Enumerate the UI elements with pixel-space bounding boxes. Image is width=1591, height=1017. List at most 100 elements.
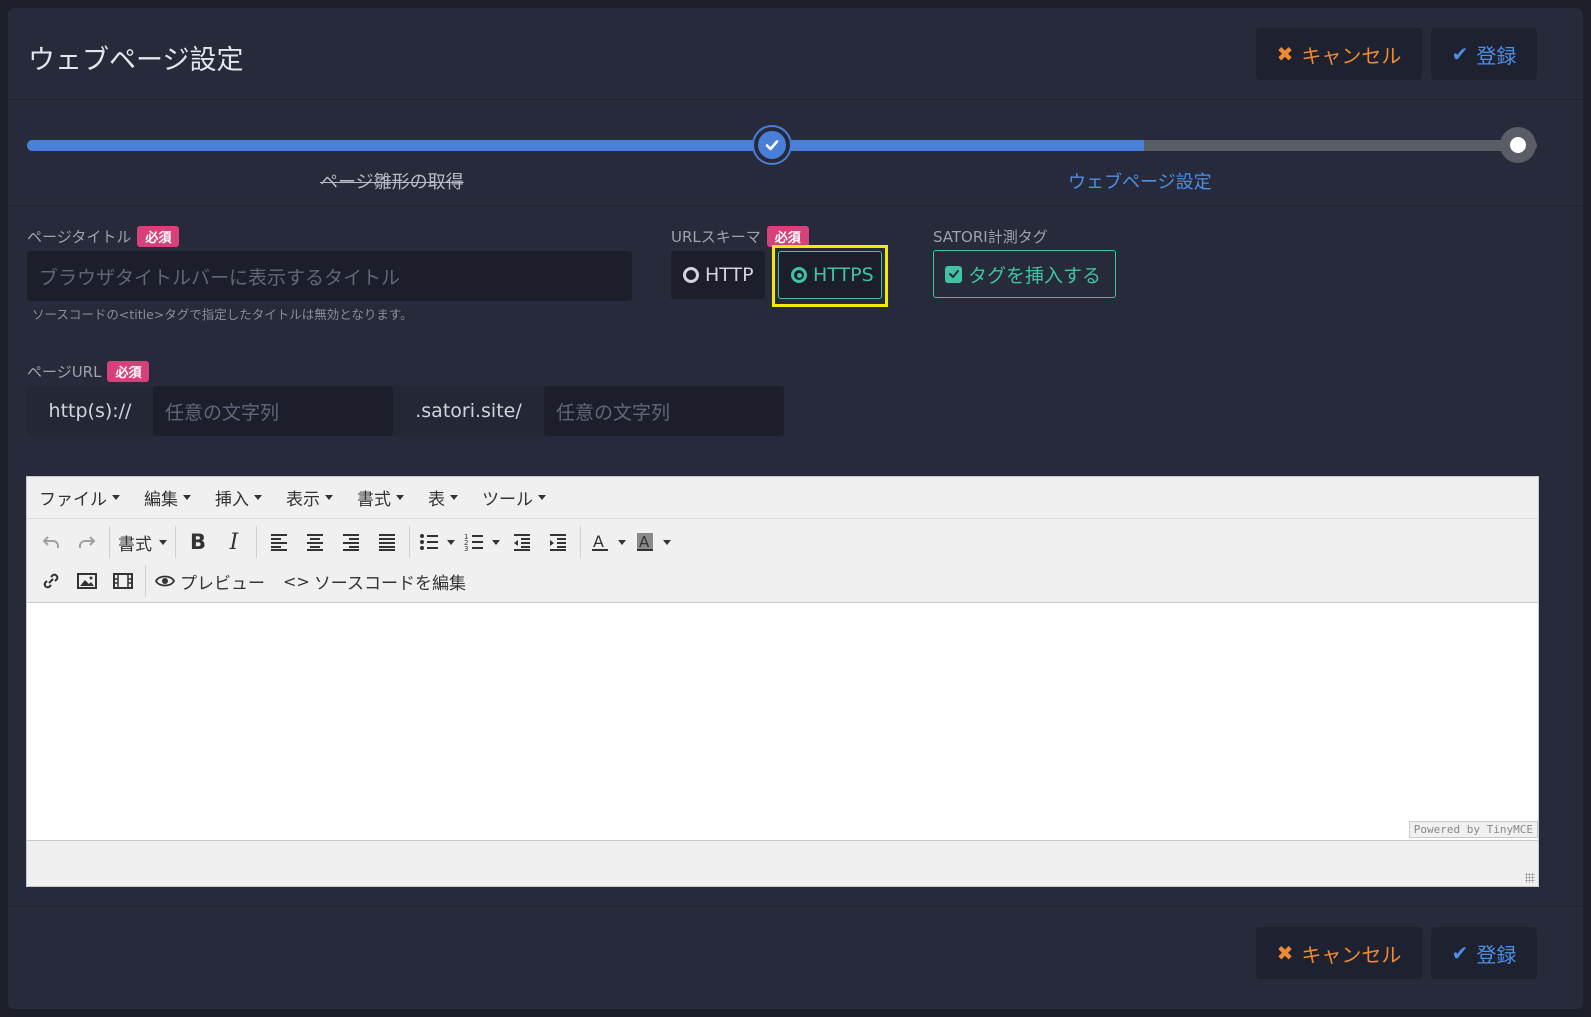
align-center-icon [307,534,323,551]
undo-icon [42,536,59,548]
source-code-button[interactable]: <> ソースコードを編集 [279,564,470,598]
register-button[interactable]: ✔ 登録 [1431,28,1537,80]
toolbar-separator [580,526,581,558]
preview-label: プレビュー [180,573,265,594]
toolbar-separator [256,526,257,558]
svg-text:A: A [639,533,650,551]
cancel-button[interactable]: ✖ キャンセル [1256,28,1422,80]
caret-down-icon [325,495,333,500]
toolbar-row-1: 書式 B I 1 2 3 A A [33,523,675,561]
source-code-label: ソースコードを編集 [313,573,466,594]
check-icon: ✔ [1451,941,1469,965]
radio-empty-icon [683,267,699,283]
link-button[interactable] [33,564,69,598]
text-color-button[interactable]: A [585,525,630,559]
bold-button[interactable]: B [180,525,216,559]
numbered-list-button[interactable]: 123 [459,525,504,559]
radio-https-label: HTTPS [813,264,874,286]
cancel-button-label: キャンセル [1301,43,1402,68]
satori-tag-label-text: SATORI計測タグ [933,228,1048,246]
url-domain-addon: .satori.site/ [393,386,544,436]
caret-down-icon [183,495,191,500]
radio-http-label: HTTP [705,264,754,286]
redo-button[interactable] [69,525,105,559]
caret-down-icon [254,495,262,500]
required-badge: 必須 [766,226,809,247]
caret-down-icon [618,539,626,545]
check-icon: ✔ [1451,42,1469,66]
film-icon [113,573,133,589]
code-icon: <> [283,571,310,591]
format-dropdown[interactable]: 書式 [114,525,171,559]
web-page-settings-modal: ウェブページ設定 ✖ キャンセル ✔ 登録 ページ雛形の取得 ウェブページ設定 … [8,8,1583,1009]
satori-tag-checkbox[interactable]: タグを挿入する [933,250,1116,298]
toolbar-separator [145,565,146,597]
align-left-button[interactable] [261,525,297,559]
bullet-list-button[interactable] [414,525,459,559]
indent-icon [550,534,566,551]
resize-handle-icon[interactable] [1525,873,1535,883]
media-button[interactable] [105,564,141,598]
radio-https[interactable]: HTTPS [778,251,882,299]
required-badge: 必須 [137,226,180,247]
radio-http[interactable]: HTTP [671,251,765,299]
align-center-button[interactable] [297,525,333,559]
subdomain-input[interactable]: 任意の文字列 [153,386,393,436]
align-left-icon [271,534,287,551]
italic-icon: I [229,529,239,555]
numbered-list-icon: 123 [464,533,483,553]
outdent-button[interactable] [504,525,540,559]
undo-button[interactable] [33,525,69,559]
svg-text:3: 3 [464,545,468,553]
register-button-footer[interactable]: ✔ 登録 [1431,927,1537,979]
path-placeholder: 任意の文字列 [556,401,671,424]
check-icon [765,140,779,151]
background-color-button[interactable]: A [630,525,675,559]
path-input[interactable]: 任意の文字列 [544,386,784,436]
register-button-label: 登録 [1476,43,1517,68]
image-icon [77,573,97,589]
page-title-help: ソースコードの<title>タグで指定したタイトルは無効となります。 [32,307,413,322]
indent-button[interactable] [540,525,576,559]
align-right-button[interactable] [333,525,369,559]
redo-icon [79,536,96,548]
menu-view[interactable]: 表示 [280,485,339,510]
modal-footer: ✖ キャンセル ✔ 登録 [8,906,1583,1009]
align-right-icon [343,534,359,551]
italic-button[interactable]: I [216,525,252,559]
powered-by-tinymce[interactable]: Powered by TinyMCE [1408,821,1538,838]
editor-menubar: ファイル 編集 挿入 表示 書式 表 ツール [27,477,1538,519]
image-button[interactable] [69,564,105,598]
register-button-label: 登録 [1476,942,1517,967]
caret-down-icon [663,539,671,545]
toolbar-separator [175,526,176,558]
page-title-input[interactable]: ブラウザタイトルバーに表示するタイトル [27,251,632,301]
cancel-button-label: キャンセル [1301,942,1402,967]
align-justify-icon [379,534,395,551]
satori-tag-checkbox-label: タグを挿入する [968,264,1102,287]
caret-down-icon [159,539,167,545]
preview-button[interactable]: プレビュー [150,564,269,598]
menu-table[interactable]: 表 [422,485,464,510]
cancel-button-footer[interactable]: ✖ キャンセル [1256,927,1422,979]
toolbar-separator [109,526,110,558]
url-scheme-label-text: URLスキーマ [671,228,761,246]
menu-file[interactable]: ファイル [33,485,126,510]
editor-content-area[interactable] [27,604,1538,840]
menu-tools[interactable]: ツール [476,485,552,510]
menu-insert[interactable]: 挿入 [209,485,268,510]
step-2-node [1500,127,1536,163]
page-url-label-text: ページURL [27,363,102,381]
align-justify-button[interactable] [369,525,405,559]
step-1-label[interactable]: ページ雛形の取得 [320,168,464,194]
modal-header: ウェブページ設定 ✖ キャンセル ✔ 登録 [8,8,1583,100]
page-title: ウェブページ設定 [28,45,244,76]
toolbar-separator [409,526,410,558]
required-badge: 必須 [107,361,150,382]
svg-text:A: A [593,532,604,551]
menu-format[interactable]: 書式 [351,485,410,510]
text-color-icon: A [592,532,608,551]
rich-text-editor: ファイル 編集 挿入 表示 書式 表 ツール 書式 B I 1 2 3 A A … [26,476,1539,887]
menu-edit[interactable]: 編集 [138,485,197,510]
link-icon [43,573,59,589]
